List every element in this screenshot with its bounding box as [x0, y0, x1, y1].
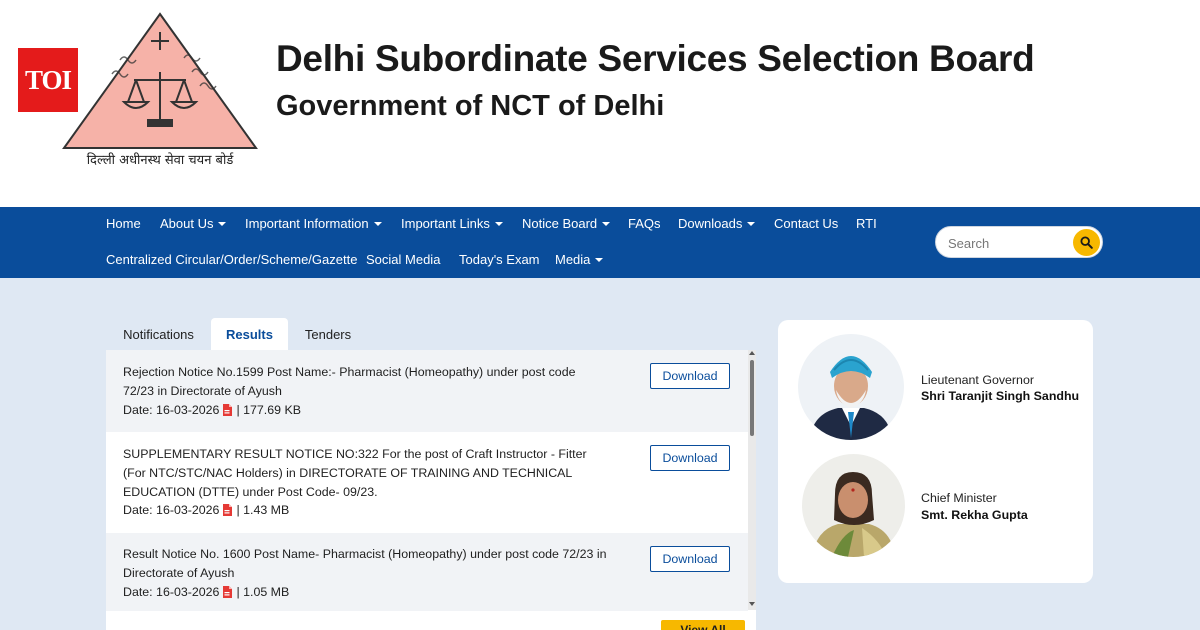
nav-label: Downloads: [678, 216, 743, 231]
search-button[interactable]: [1073, 229, 1100, 256]
notice-title[interactable]: Rejection Notice No.1599 Post Name:- Pha…: [123, 363, 608, 401]
nav-label: Social Media: [366, 252, 441, 267]
toi-logo: TOI: [18, 48, 78, 112]
nav-todays-exam[interactable]: Today's Exam: [459, 252, 540, 267]
tab-results[interactable]: Results: [211, 318, 288, 350]
notice-date: Date: 16-03-2026: [123, 403, 220, 417]
nav-important-information[interactable]: Important Information: [245, 216, 382, 231]
caret-down-icon: [494, 221, 503, 226]
notice-date: Date: 16-03-2026: [123, 585, 220, 599]
notice-size: | 177.69 KB: [236, 403, 301, 417]
caret-down-icon: [602, 221, 611, 226]
site-subtitle: Government of NCT of Delhi: [276, 90, 665, 122]
notice-title[interactable]: Result Notice No. 1600 Post Name- Pharma…: [123, 545, 608, 583]
caret-down-icon: [218, 221, 227, 226]
nav-downloads[interactable]: Downloads: [678, 216, 756, 231]
dsssb-emblem: दिल्ली अधीनस्थ सेवा चयन बोर्ड: [62, 12, 258, 168]
avatar-lieutenant-governor: [798, 334, 904, 440]
view-all-button[interactable]: View All: [661, 620, 745, 630]
dignitary-name: Smt. Rekha Gupta: [921, 508, 1028, 522]
dignitary-role: Lieutenant Governor: [921, 373, 1034, 387]
notice-size: | 1.43 MB: [236, 503, 290, 517]
nav-rti[interactable]: RTI: [856, 216, 877, 231]
nav-contact-us[interactable]: Contact Us: [774, 216, 838, 231]
emblem-caption: दिल्ली अधीनस्थ सेवा चयन बोर्ड: [87, 152, 235, 168]
dignitary-role: Chief Minister: [921, 491, 997, 505]
notice-date: Date: 16-03-2026: [123, 503, 220, 517]
site-title: Delhi Subordinate Services Selection Boa…: [276, 38, 1035, 79]
nav-label: Today's Exam: [459, 252, 540, 267]
notice-title[interactable]: SUPPLEMENTARY RESULT NOTICE NO:322 For t…: [123, 445, 608, 502]
nav-important-links[interactable]: Important Links: [401, 216, 503, 231]
list-item: Rejection Notice No.1599 Post Name:- Pha…: [106, 350, 748, 432]
list-item: Result Notice No. 1600 Post Name- Pharma…: [106, 533, 748, 611]
notice-size: | 1.05 MB: [236, 585, 290, 599]
download-button[interactable]: Download: [650, 546, 730, 572]
search-icon: [1080, 236, 1093, 249]
page: दिल्ली अधीनस्थ सेवा चयन बोर्ड TOI Delhi …: [0, 0, 1200, 630]
nav-label: Centralized Circular/Order/Scheme/Gazett…: [106, 252, 358, 267]
search-box: [935, 226, 1103, 258]
nav-centralized-circular[interactable]: Centralized Circular/Order/Scheme/Gazett…: [106, 252, 357, 267]
nav-label: Notice Board: [522, 216, 598, 231]
pdf-icon: [223, 585, 233, 598]
nav-label: Important Links: [401, 216, 490, 231]
dignitary-name: Shri Taranjit Singh Sandhu: [921, 389, 1080, 403]
avatar-chief-minister: [802, 454, 905, 557]
results-list: Rejection Notice No.1599 Post Name:- Pha…: [106, 350, 756, 630]
search-input[interactable]: [948, 234, 1068, 252]
nav-label: About Us: [160, 216, 214, 231]
site-header: दिल्ली अधीनस्थ सेवा चयन बोर्ड TOI Delhi …: [0, 0, 1200, 207]
nav-notice-board[interactable]: Notice Board: [522, 216, 611, 231]
list-item: SUPPLEMENTARY RESULT NOTICE NO:322 For t…: [106, 432, 748, 533]
nav-label: Home: [106, 216, 141, 231]
scroll-down-icon[interactable]: [749, 602, 755, 606]
nav-about-us[interactable]: About Us: [160, 216, 227, 231]
pdf-icon: [223, 403, 233, 416]
nav-label: RTI: [856, 216, 877, 231]
scrollbar-thumb[interactable]: [750, 360, 754, 436]
dignitaries-card: Lieutenant Governor Shri Taranjit Singh …: [778, 320, 1093, 583]
pdf-icon: [223, 503, 233, 516]
caret-down-icon: [595, 257, 604, 262]
nav-label: Contact Us: [774, 216, 839, 231]
nav-label: FAQs: [628, 216, 661, 231]
notice-meta: Date: 16-03-2026 | 1.05 MB: [123, 585, 289, 599]
nav-label: Important Information: [245, 216, 369, 231]
notice-meta: Date: 16-03-2026 | 1.43 MB: [123, 503, 289, 517]
nav-faqs[interactable]: FAQs: [628, 216, 661, 231]
notice-meta: Date: 16-03-2026 | 177.69 KB: [123, 403, 301, 417]
caret-down-icon: [747, 221, 756, 226]
nav-media[interactable]: Media: [555, 252, 604, 267]
nav-label: Media: [555, 252, 591, 267]
download-button[interactable]: Download: [650, 363, 730, 389]
tab-tenders[interactable]: Tenders: [288, 318, 368, 350]
nav-social-media[interactable]: Social Media: [366, 252, 440, 267]
download-button[interactable]: Download: [650, 445, 730, 471]
nav-home[interactable]: Home: [106, 216, 141, 231]
scroll-up-icon[interactable]: [749, 351, 755, 355]
caret-down-icon: [373, 221, 382, 226]
tab-notifications[interactable]: Notifications: [106, 318, 211, 350]
